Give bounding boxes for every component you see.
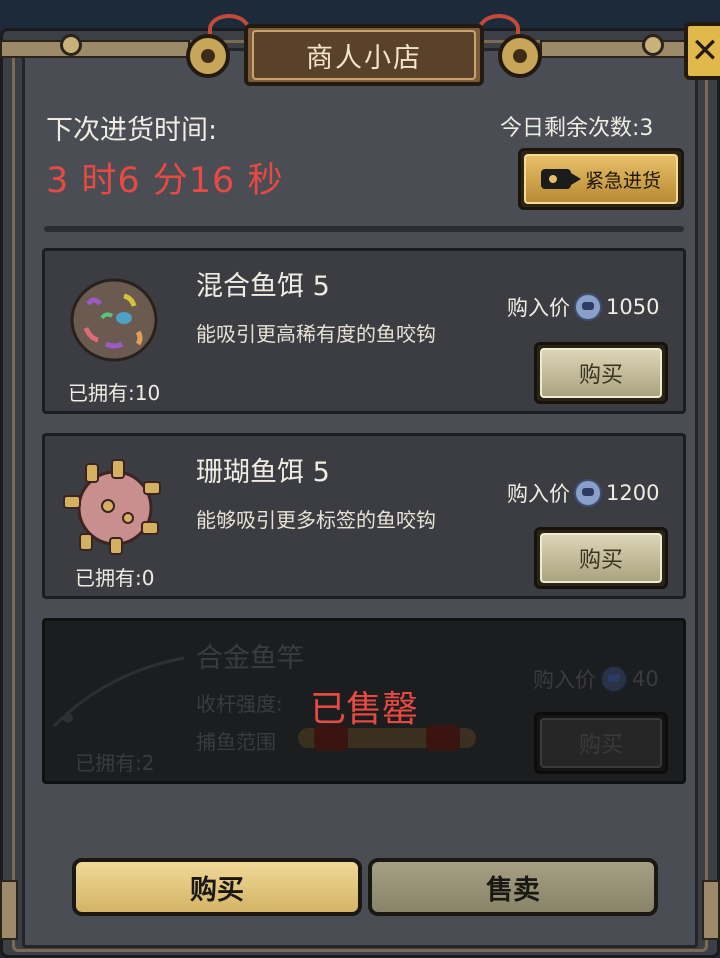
buy-button-label: 购买	[540, 718, 662, 768]
currency-icon	[574, 293, 602, 321]
buy-button[interactable]: 购买	[534, 527, 668, 589]
divider	[44, 226, 684, 232]
currency-icon	[574, 479, 602, 507]
stat-range-label: 捕鱼范围	[196, 730, 276, 754]
urgent-restock-label: 紧急进货	[584, 169, 661, 192]
price-value: 40	[632, 667, 659, 691]
urgent-restock-face[interactable]: 紧急进货	[524, 154, 678, 204]
item-name: 混合鱼饵 5	[196, 271, 330, 302]
tab-buy[interactable]: 购买	[72, 858, 362, 916]
bolt-icon	[60, 34, 82, 56]
buy-button-label[interactable]: 购买	[540, 533, 662, 583]
price-label: 购入价	[533, 668, 596, 692]
tab-sell[interactable]: 售卖	[368, 858, 658, 916]
shop-title: 商人小店	[252, 30, 476, 80]
pipe-bottom-left	[0, 880, 18, 940]
buy-button[interactable]: 购买	[534, 342, 668, 404]
bolt-icon	[642, 34, 664, 56]
restock-label: 下次进货时间:	[46, 115, 218, 146]
buy-button-label[interactable]: 购买	[540, 348, 662, 398]
gear-left-icon	[186, 34, 230, 78]
price-value: 1200	[606, 481, 660, 505]
price-label: 购入价	[507, 482, 570, 506]
pipe-left	[0, 40, 190, 58]
owned-count: 已拥有:10	[68, 381, 161, 405]
close-button[interactable]: ✕	[684, 22, 720, 80]
currency-icon	[600, 665, 628, 693]
coral-bait-icon	[63, 459, 161, 555]
item-description: 能吸引更高稀有度的鱼咬钩	[196, 322, 436, 346]
stat-strength-label: 收杆强度:	[196, 692, 283, 716]
item-price: 购入价 40	[533, 664, 659, 694]
owned-count: 已拥有:2	[75, 751, 155, 775]
mixed-bait-icon	[70, 278, 158, 362]
pipe-bottom-right	[702, 880, 720, 940]
price-value: 1050	[606, 295, 660, 319]
item-price: 购入价 1200	[507, 478, 659, 508]
price-label: 购入价	[507, 296, 570, 320]
item-name: 珊瑚鱼饵 5	[196, 457, 330, 488]
pipe-right	[540, 40, 690, 58]
fishing-rod-icon	[52, 656, 185, 728]
sold-out-label: 已售罄	[310, 689, 419, 730]
owned-count: 已拥有:0	[75, 566, 155, 590]
gear-right-icon	[498, 34, 542, 78]
item-name: 合金鱼竿	[196, 643, 304, 674]
range-marker	[426, 725, 460, 751]
remaining-count: 今日剩余次数:3	[500, 116, 654, 141]
item-description: 能够吸引更多标签的鱼咬钩	[196, 508, 436, 532]
buy-button-disabled: 购买	[534, 712, 668, 774]
item-price: 购入价 1050	[507, 292, 659, 322]
restock-timer: 3 时6 分16 秒	[46, 161, 284, 201]
close-icon: ✕	[690, 31, 720, 71]
video-camera-icon	[540, 169, 581, 189]
